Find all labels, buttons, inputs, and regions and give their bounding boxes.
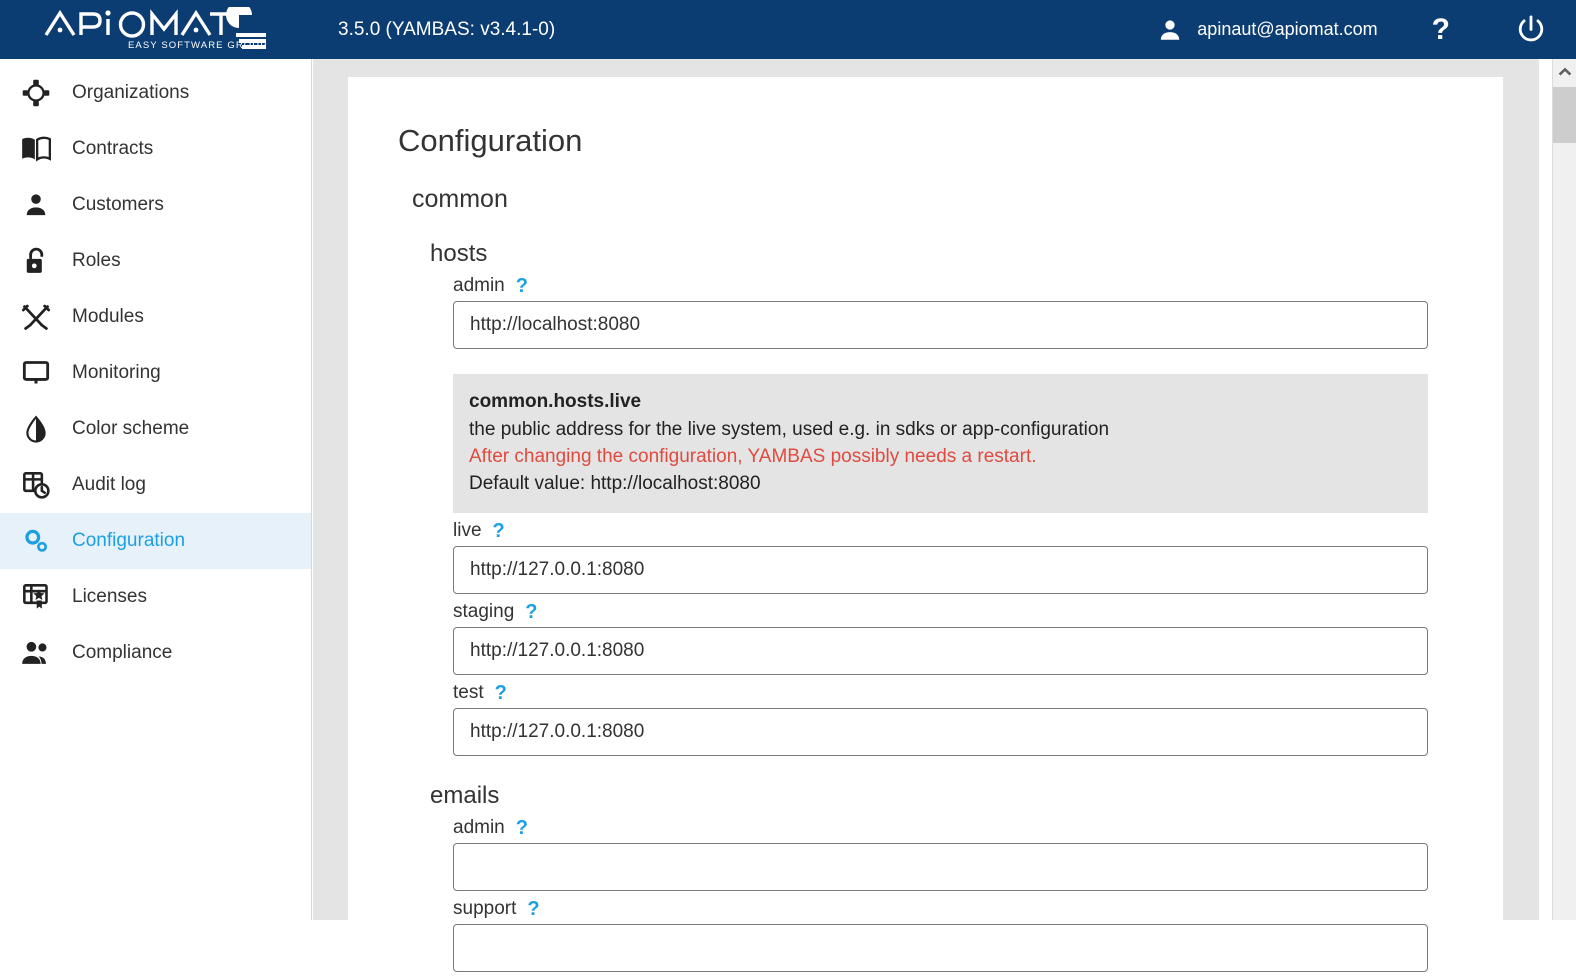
info-warning: After changing the configuration, YAMBAS… [469, 446, 1037, 467]
sidebar-item-label: Organizations [72, 82, 190, 103]
user-email-label: apinaut@apiomat.com [1197, 19, 1378, 39]
version-label: 3.5.0 (YAMBAS: v3.4.1-0) [338, 18, 556, 40]
sidebar-item-label: Configuration [72, 530, 186, 551]
gears-icon [0, 527, 72, 555]
organizations-icon [0, 79, 72, 107]
sidebar-item-organizations[interactable]: Organizations [0, 65, 311, 121]
help-icon[interactable]: ? [495, 683, 507, 703]
help-icon[interactable]: ? [516, 818, 528, 838]
hosts-staging-input[interactable] [453, 627, 1428, 675]
tools-icon [0, 303, 72, 331]
emails-admin-input[interactable] [453, 843, 1428, 891]
app-logo[interactable]: EASY SOFTWARE GROUP [0, 0, 312, 59]
sidebar-item-customers[interactable]: Customers [0, 177, 311, 233]
sidebar-item-roles[interactable]: Roles [0, 233, 311, 289]
sidebar-item-monitoring[interactable]: Monitoring [0, 345, 311, 401]
sidebar-item-label: Licenses [72, 586, 147, 607]
field-label: support [453, 898, 517, 919]
sidebar-item-label: Color scheme [72, 418, 190, 439]
content-area: Configuration common hosts admin ? commo… [313, 59, 1539, 977]
sidebar-item-audit-log[interactable]: Audit log [0, 457, 311, 513]
sidebar-item-label: Compliance [72, 642, 173, 663]
apiomat-logo-icon: EASY SOFTWARE GROUP [44, 6, 267, 51]
book-icon [0, 135, 72, 163]
people-icon [0, 640, 72, 666]
field-hosts-admin: admin ? [453, 275, 1503, 349]
certificate-icon [0, 583, 72, 611]
field-hosts-test: test ? [453, 682, 1503, 756]
person-icon [1157, 17, 1183, 43]
sidebar-item-compliance[interactable]: Compliance [0, 625, 311, 681]
power-logout-icon[interactable] [1514, 13, 1548, 47]
group-heading-common: common [412, 185, 508, 213]
help-icon[interactable]: ? [493, 521, 505, 541]
scroll-up-button[interactable] [1553, 59, 1576, 85]
sidebar-item-contracts[interactable]: Contracts [0, 121, 311, 177]
field-emails-support: support ? [453, 898, 1503, 972]
help-button[interactable]: ? [1432, 14, 1450, 45]
monitor-icon [0, 360, 72, 386]
hosts-admin-input[interactable] [453, 301, 1428, 349]
sidebar-item-label: Monitoring [72, 362, 161, 383]
sidebar-item-label: Roles [72, 250, 121, 271]
sidebar-item-color-scheme[interactable]: Color scheme [0, 401, 311, 457]
hosts-test-input[interactable] [453, 708, 1428, 756]
vertical-scrollbar[interactable] [1552, 59, 1576, 920]
group-heading-emails: emails [430, 782, 500, 809]
sidebar-item-label: Modules [72, 306, 144, 327]
field-label: live [453, 520, 482, 541]
header-right-group: apinaut@apiomat.com ? [1157, 0, 1576, 59]
sidebar-item-label: Contracts [72, 138, 154, 159]
field-hosts-staging: staging ? [453, 601, 1503, 675]
person-icon [0, 192, 72, 218]
sidebar-item-label: Audit log [72, 474, 146, 495]
field-hosts-live: live ? [453, 520, 1503, 594]
sidebar-item-licenses[interactable]: Licenses [0, 569, 311, 625]
hosts-live-input[interactable] [453, 546, 1428, 594]
emails-support-input[interactable] [453, 924, 1428, 972]
contrast-drop-icon [0, 415, 72, 443]
audit-log-icon [0, 471, 72, 499]
group-heading-hosts: hosts [430, 240, 488, 267]
field-emails-admin: admin ? [453, 817, 1503, 891]
help-icon[interactable]: ? [516, 276, 528, 296]
field-label: test [453, 682, 484, 703]
help-icon[interactable]: ? [525, 602, 537, 622]
sidebar-item-configuration[interactable]: Configuration [0, 513, 311, 569]
info-default-value: Default value: http://localhost:8080 [469, 473, 761, 494]
sidebar-item-label: Customers [72, 194, 164, 215]
sidebar-nav: Organizations Contracts Customers Roles … [0, 59, 312, 920]
app-header: EASY SOFTWARE GROUP 3.5.0 (YAMBAS: v3.4.… [0, 0, 1576, 59]
field-info-tooltip: common.hosts.live the public address for… [453, 374, 1428, 513]
chevron-up-icon [1558, 67, 1572, 76]
scrollbar-thumb[interactable] [1553, 87, 1576, 143]
field-label: staging [453, 601, 515, 622]
help-icon[interactable]: ? [527, 899, 539, 919]
field-label: admin [453, 817, 505, 838]
field-label: admin [453, 275, 505, 296]
sidebar-item-modules[interactable]: Modules [0, 289, 311, 345]
page-title: Configuration [398, 123, 583, 158]
info-key: common.hosts.live [469, 391, 642, 412]
configuration-card: Configuration common hosts admin ? commo… [348, 77, 1503, 977]
info-description: the public address for the live system, … [469, 419, 1110, 440]
lock-icon [0, 247, 72, 275]
